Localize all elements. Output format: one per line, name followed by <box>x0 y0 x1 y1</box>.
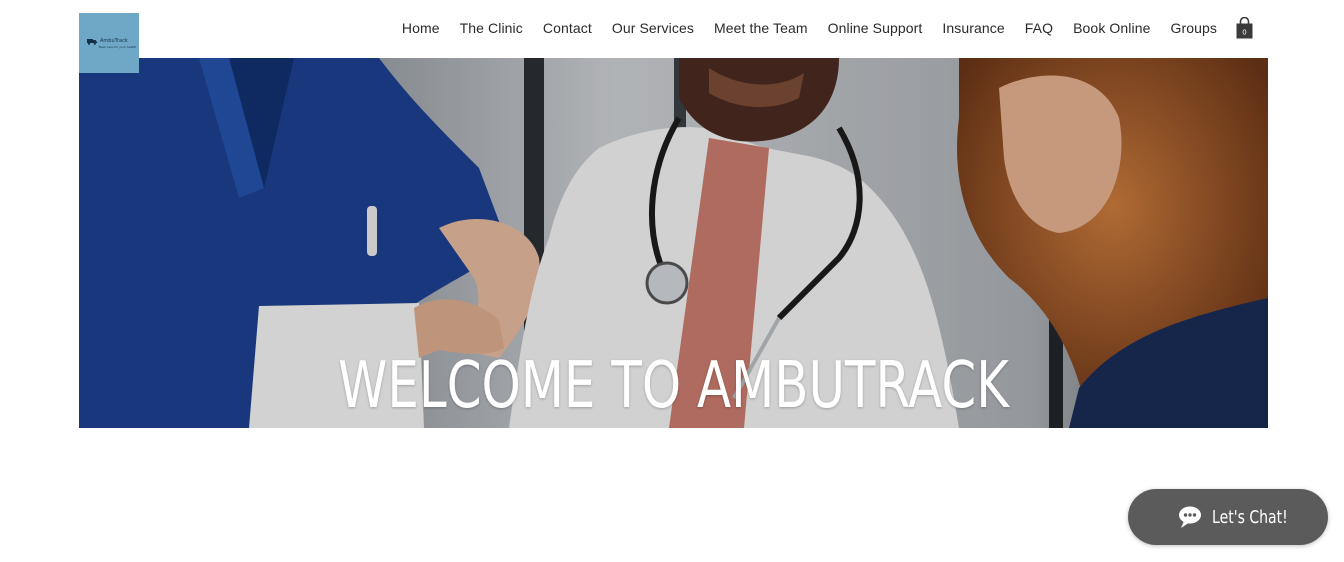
lets-chat-button[interactable]: Let's Chat! <box>1128 489 1328 545</box>
site-logo[interactable]: AmbuTrack Best care for your health <box>79 13 139 73</box>
shopping-bag-icon: 0 <box>1236 16 1253 39</box>
nav-our-services[interactable]: Our Services <box>602 20 704 36</box>
nav-home[interactable]: Home <box>392 20 450 36</box>
logo-name: AmbuTrack <box>100 38 128 44</box>
cart-count: 0 <box>1242 29 1246 37</box>
main-nav: Home The Clinic Contact Our Services Mee… <box>392 18 1227 38</box>
nav-contact[interactable]: Contact <box>533 20 602 36</box>
hero-banner: WELCOME TO AMBUTRACK <box>79 58 1268 428</box>
nav-groups[interactable]: Groups <box>1160 20 1227 36</box>
logo-tagline: Best care for your health <box>99 44 137 49</box>
nav-the-clinic[interactable]: The Clinic <box>450 20 533 36</box>
hero-title: WELCOME TO AMBUTRACK <box>337 349 1010 423</box>
nav-online-support[interactable]: Online Support <box>818 20 933 36</box>
chat-label: Let's Chat! <box>1212 506 1288 528</box>
nav-insurance[interactable]: Insurance <box>932 20 1014 36</box>
cart-button[interactable]: 0 <box>1236 16 1253 39</box>
chat-bubbles-icon <box>1179 506 1201 528</box>
ambulance-icon <box>87 38 97 45</box>
nav-meet-the-team[interactable]: Meet the Team <box>704 20 818 36</box>
nav-book-online[interactable]: Book Online <box>1063 20 1160 36</box>
nav-faq[interactable]: FAQ <box>1015 20 1063 36</box>
